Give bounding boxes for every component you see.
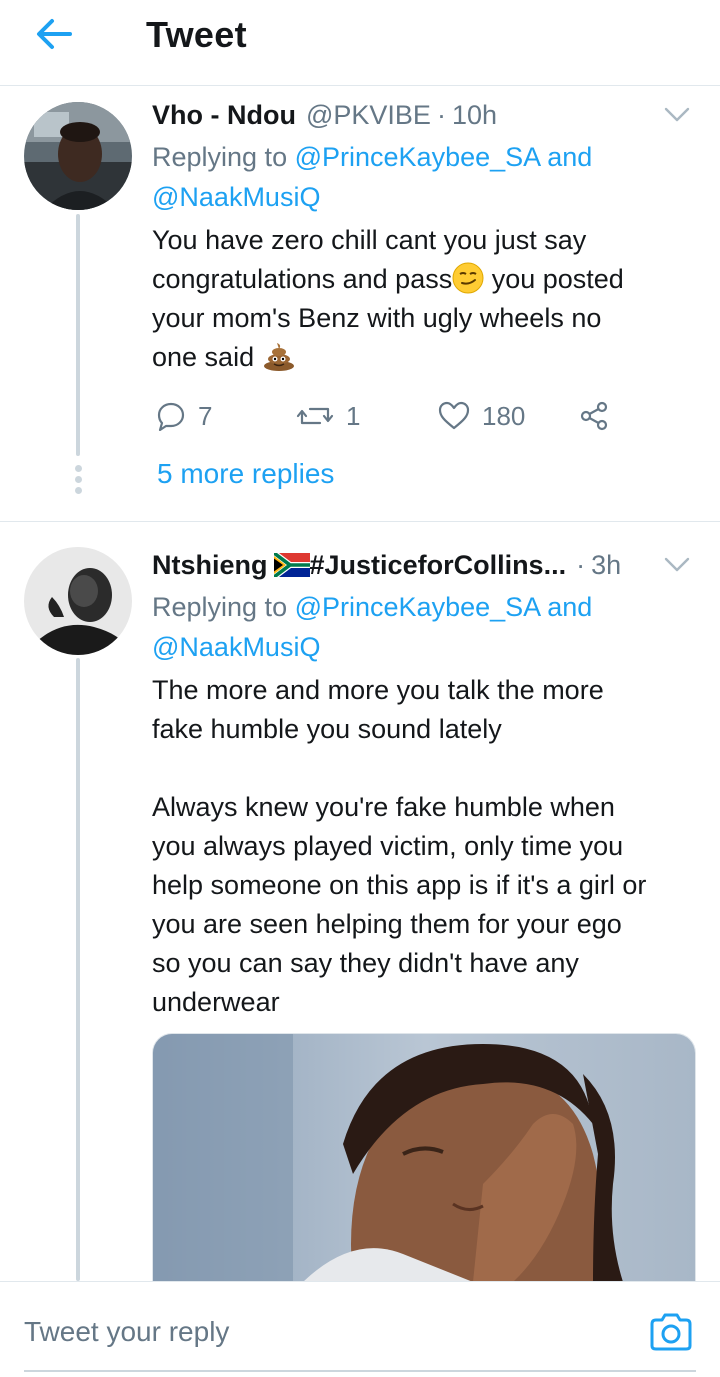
thread-line [76, 214, 80, 456]
text-line: underwear [152, 987, 280, 1017]
camera-button[interactable] [648, 1312, 694, 1352]
author-handle[interactable]: @PKVIBE [306, 100, 431, 131]
retweet-button[interactable]: 1 [296, 396, 360, 436]
text-part: you posted [484, 264, 624, 294]
tweet-menu-button[interactable] [664, 556, 690, 574]
author-name[interactable]: Vho - Ndou [152, 100, 296, 131]
tweet-author-row: Vho - Ndou @PKVIBE · 10h [152, 97, 497, 133]
thread-line [76, 658, 80, 1281]
south-africa-flag-icon [273, 553, 310, 577]
replying-to: Replying to @PrinceKaybee_SA and @NaakMu… [152, 137, 692, 217]
text-line: Always knew you're fake humble when [152, 792, 615, 822]
text-part: congratulations and pass [152, 264, 453, 294]
page-title: Tweet [146, 14, 247, 55]
smirk-emoji-icon [452, 262, 484, 294]
chevron-down-icon [664, 557, 690, 572]
tweet-actions: 7 1 180 [152, 396, 622, 436]
replying-prefix: Replying to [152, 142, 288, 172]
text-line: you are seen helping them for your ego [152, 909, 622, 939]
top-bar: Tweet [0, 0, 720, 86]
tweet-time: 10h [451, 99, 497, 130]
text-line: The more and more you talk the more [152, 675, 604, 705]
avatar[interactable] [24, 102, 132, 210]
conjunction: and [547, 592, 593, 622]
reply-count: 7 [198, 400, 213, 431]
mention-link[interactable]: @PrinceKaybee_SA [295, 592, 540, 622]
chevron-down-icon [664, 107, 690, 122]
reply-icon [157, 402, 185, 431]
like-icon [438, 401, 470, 430]
back-button[interactable] [32, 14, 80, 54]
replying-to: Replying to @PrinceKaybee_SA and @NaakMu… [152, 587, 692, 667]
like-button[interactable]: 180 [438, 396, 525, 436]
author-name-suffix[interactable]: #JusticeforCollins... [310, 550, 567, 581]
share-button[interactable] [578, 396, 610, 436]
reply-button[interactable]: 7 [156, 396, 212, 436]
reply-input[interactable] [24, 1312, 624, 1352]
share-icon [580, 401, 608, 431]
back-arrow-icon [37, 19, 72, 49]
author-name[interactable]: Ntshieng [152, 550, 268, 581]
avatar[interactable] [24, 547, 132, 655]
text-line: You have zero chill cant you just say [152, 225, 587, 255]
thread-gap-dots [74, 465, 82, 498]
input-underline [24, 1370, 696, 1372]
camera-icon [650, 1313, 692, 1351]
mention-link[interactable]: @NaakMusiQ [152, 632, 320, 662]
text-line: you always played victim, only time you [152, 831, 624, 861]
retweet-count: 1 [346, 400, 361, 431]
conjunction: and [547, 142, 593, 172]
tweet-text: You have zero chill cant you just say co… [152, 221, 700, 377]
text-part: one said [152, 342, 262, 372]
text-line: fake humble you sound lately [152, 714, 502, 744]
more-replies-link[interactable]: 5 more replies [157, 458, 334, 490]
mention-link[interactable]: @PrinceKaybee_SA [295, 142, 540, 172]
text-line: your mom's Benz with ugly wheels no [152, 303, 602, 333]
replying-prefix: Replying to [152, 592, 288, 622]
tweet-image[interactable] [152, 1033, 696, 1281]
text-line: help someone on this app is if it's a gi… [152, 870, 647, 900]
poop-emoji-icon [263, 343, 294, 371]
reply-composer [0, 1281, 720, 1377]
text-line: one said [152, 338, 700, 377]
separator: · [576, 549, 586, 580]
text-line: so you can say they didn't have any [152, 948, 579, 978]
tweet-menu-button[interactable] [664, 106, 690, 124]
tweet-time: 3h [591, 549, 622, 580]
separator: · [436, 99, 446, 130]
divider [0, 521, 720, 522]
mention-link[interactable]: @NaakMusiQ [152, 182, 320, 212]
like-count: 180 [482, 400, 526, 431]
text-line: congratulations and pass you posted [152, 260, 700, 299]
tweet-author-row: Ntshieng #JusticeforCollins... · 3h [152, 547, 621, 583]
retweet-icon [296, 407, 334, 425]
tweet-text: The more and more you talk the more fake… [152, 671, 700, 1022]
